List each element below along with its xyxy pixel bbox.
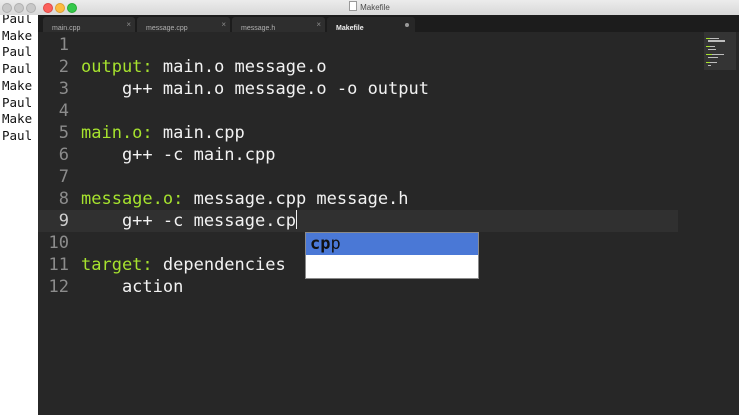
- close-icon[interactable]: ×: [316, 17, 321, 32]
- code-line[interactable]: 9 g++ -c message.cp: [38, 210, 678, 232]
- line-text: g++ -c message.cp: [81, 211, 296, 231]
- line-text: g++ -c main.cpp: [81, 145, 276, 165]
- terminal-line: Paul: [2, 44, 33, 60]
- line-number: 8: [58, 189, 69, 209]
- tab-label: message.h: [241, 25, 276, 32]
- unsaved-dot-icon[interactable]: [405, 23, 409, 27]
- line-number: 9: [58, 211, 69, 231]
- terminal-line: Paul: [2, 61, 33, 77]
- text-cursor: [295, 210, 298, 229]
- terminal-line: Paul: [2, 94, 33, 110]
- autocomplete-rest: p: [330, 234, 341, 254]
- line-content: g++ -c main.cpp: [81, 144, 276, 166]
- minimap-line: [706, 62, 710, 64]
- line-content: g++ -c message.cp: [81, 210, 298, 232]
- line-content: output: main.o message.o: [81, 56, 327, 78]
- window-title-bar: Makefile: [0, 0, 739, 16]
- minimap-line: [706, 37, 710, 40]
- code-line[interactable]: 2 output: main.o message.o: [38, 56, 678, 78]
- line-text: message.cpp message.h: [183, 189, 409, 209]
- tab-label: message.cpp: [146, 25, 188, 32]
- minimap-line: [706, 45, 710, 48]
- minimap-line: [712, 53, 724, 56]
- code-line[interactable]: 3 g++ main.o message.o -o output: [38, 78, 678, 100]
- make-target: main.o:: [81, 123, 153, 143]
- tab-message-h[interactable]: message.h ×: [232, 17, 325, 32]
- minimap-line: [708, 64, 712, 67]
- close-icon[interactable]: ×: [221, 17, 226, 32]
- line-text: action: [81, 277, 184, 297]
- minimap[interactable]: [704, 32, 736, 70]
- line-content: target: dependencies: [81, 254, 286, 276]
- line-content: message.o: message.cpp message.h: [81, 188, 409, 210]
- minimap-line: [708, 56, 718, 58]
- line-content: g++ main.o message.o -o output: [81, 78, 429, 100]
- minimap-line: [706, 53, 712, 56]
- code-line[interactable]: 12 action: [38, 276, 678, 298]
- code-line[interactable]: 7: [38, 166, 678, 188]
- line-number: 12: [48, 277, 69, 297]
- tab-message-cpp[interactable]: message.cpp ×: [137, 17, 230, 32]
- terminal-window[interactable]: Paul Make Paul Paul Make Paul Make Paul: [0, 15, 38, 415]
- minimap-line: [710, 62, 717, 64]
- line-number: 1: [58, 35, 69, 55]
- code-line[interactable]: 1: [38, 34, 678, 56]
- tab-label: main.cpp: [52, 25, 81, 32]
- code-line[interactable]: 8 message.o: message.cpp message.h: [38, 188, 678, 210]
- editor-window: main.cpp × message.cpp × message.h × Mak…: [38, 15, 739, 415]
- terminal-line: Make: [2, 77, 33, 93]
- autocomplete-popup[interactable]: cpp: [305, 232, 479, 279]
- document-icon: [349, 1, 358, 11]
- line-text: main.cpp: [152, 123, 245, 143]
- window-title-text: Makefile: [360, 3, 390, 12]
- line-text: main.o message.o: [152, 57, 327, 77]
- minimap-line: [708, 48, 717, 50]
- make-target: output:: [81, 57, 153, 77]
- terminal-line: Paul: [2, 127, 33, 143]
- minimap-line: [708, 40, 725, 42]
- autocomplete-match: cp: [310, 234, 331, 254]
- window-title: Makefile: [0, 1, 739, 12]
- tab-bar: main.cpp × message.cpp × message.h × Mak…: [38, 15, 739, 32]
- code-line[interactable]: 5 main.o: main.cpp: [38, 122, 678, 144]
- tab-makefile[interactable]: Makefile: [327, 17, 415, 32]
- line-number: 4: [58, 101, 69, 121]
- line-number: 7: [58, 167, 69, 187]
- close-icon[interactable]: ×: [126, 17, 131, 32]
- minimap-line: [710, 37, 720, 40]
- tab-label: Makefile: [336, 25, 364, 32]
- line-content: action: [81, 276, 183, 298]
- code-line[interactable]: 6 g++ -c main.cpp: [38, 144, 678, 166]
- line-number: 6: [58, 145, 69, 165]
- line-number: 5: [58, 123, 69, 143]
- line-text: dependencies: [152, 255, 286, 275]
- line-number: 2: [58, 57, 69, 77]
- tab-main-cpp[interactable]: main.cpp ×: [43, 17, 135, 32]
- code-line[interactable]: 4: [38, 100, 678, 122]
- make-target: message.o:: [81, 189, 184, 209]
- minimap-line: [710, 45, 715, 48]
- terminal-line: Make: [2, 111, 33, 127]
- line-number: 10: [48, 233, 69, 253]
- line-text: g++ main.o message.o -o output: [81, 79, 429, 99]
- terminal-line: Make: [2, 27, 33, 43]
- line-number: 3: [58, 79, 69, 99]
- make-target: target:: [81, 255, 153, 275]
- autocomplete-item[interactable]: cpp: [306, 233, 478, 255]
- terminal-line: Paul: [2, 15, 33, 26]
- line-content: main.o: main.cpp: [81, 122, 245, 144]
- line-number: 11: [48, 255, 69, 275]
